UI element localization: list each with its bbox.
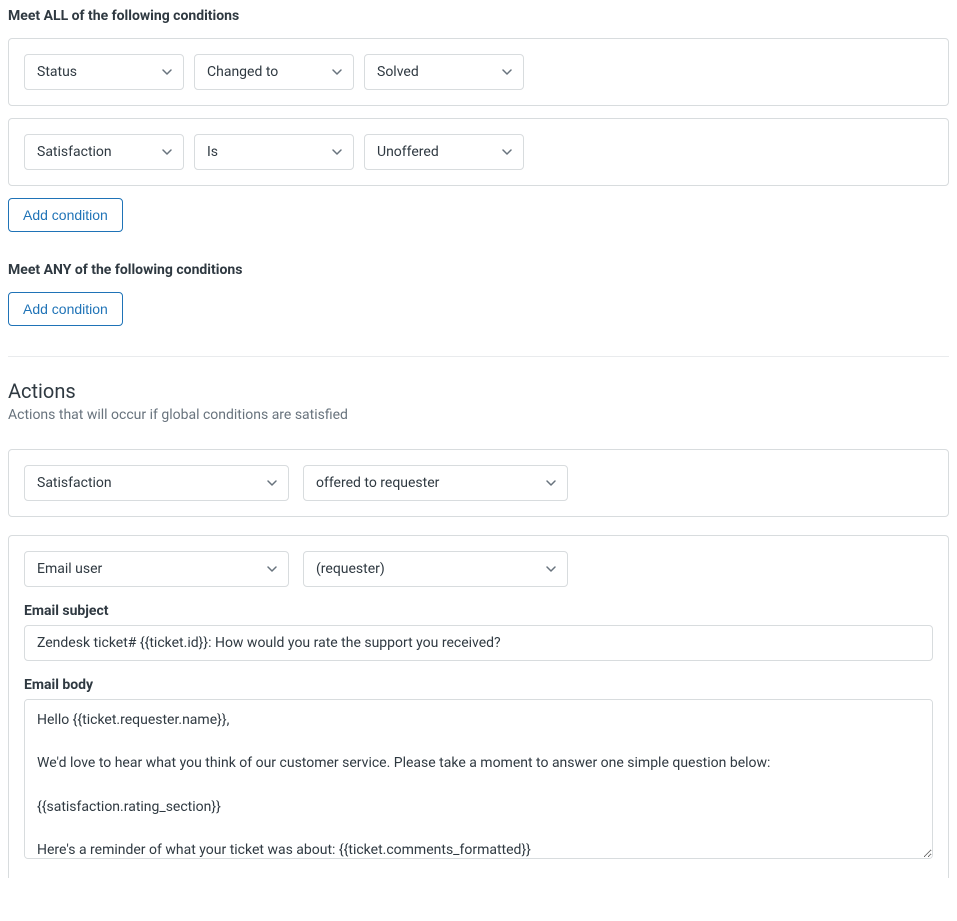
actions-subtext: Actions that will occur if global condit… [8,407,949,423]
select-value: Unoffered [377,144,439,160]
condition-field-select[interactable]: Status [24,54,184,90]
select-value: Email user [37,561,102,577]
action-field-select[interactable]: Satisfaction [24,465,289,501]
email-subject-input[interactable] [24,625,933,661]
conditions-any-heading: Meet ANY of the following conditions [8,262,949,278]
add-condition-button[interactable]: Add condition [8,292,123,326]
select-value: Satisfaction [37,475,112,491]
email-body-textarea[interactable] [24,699,933,859]
condition-value-select[interactable]: Unoffered [364,134,524,170]
email-body-label: Email body [24,677,933,693]
email-subject-label: Email subject [24,603,933,619]
chevron-down-icon [161,146,173,158]
select-value: Changed to [207,64,278,80]
chevron-down-icon [545,563,557,575]
actions-heading: Actions [8,379,949,403]
action-row: Email user (requester) Email subject Ema… [8,535,949,878]
action-value-select[interactable]: offered to requester [303,465,568,501]
select-value: Is [207,144,218,160]
conditions-all-heading: Meet ALL of the following conditions [8,8,949,24]
section-divider [8,356,949,357]
add-condition-button[interactable]: Add condition [8,198,123,232]
action-value-select[interactable]: (requester) [303,551,568,587]
chevron-down-icon [331,66,343,78]
condition-operator-select[interactable]: Changed to [194,54,354,90]
condition-row: Status Changed to Solved [8,38,949,106]
select-value: Status [37,64,77,80]
condition-field-select[interactable]: Satisfaction [24,134,184,170]
select-value: Solved [377,64,419,80]
action-row: Satisfaction offered to requester [8,449,949,517]
select-value: (requester) [316,561,385,577]
action-field-select[interactable]: Email user [24,551,289,587]
chevron-down-icon [545,477,557,489]
chevron-down-icon [331,146,343,158]
chevron-down-icon [266,563,278,575]
condition-operator-select[interactable]: Is [194,134,354,170]
select-value: offered to requester [316,475,439,491]
condition-value-select[interactable]: Solved [364,54,524,90]
select-value: Satisfaction [37,144,112,160]
chevron-down-icon [501,66,513,78]
chevron-down-icon [501,146,513,158]
condition-row: Satisfaction Is Unoffered [8,118,949,186]
chevron-down-icon [266,477,278,489]
chevron-down-icon [161,66,173,78]
